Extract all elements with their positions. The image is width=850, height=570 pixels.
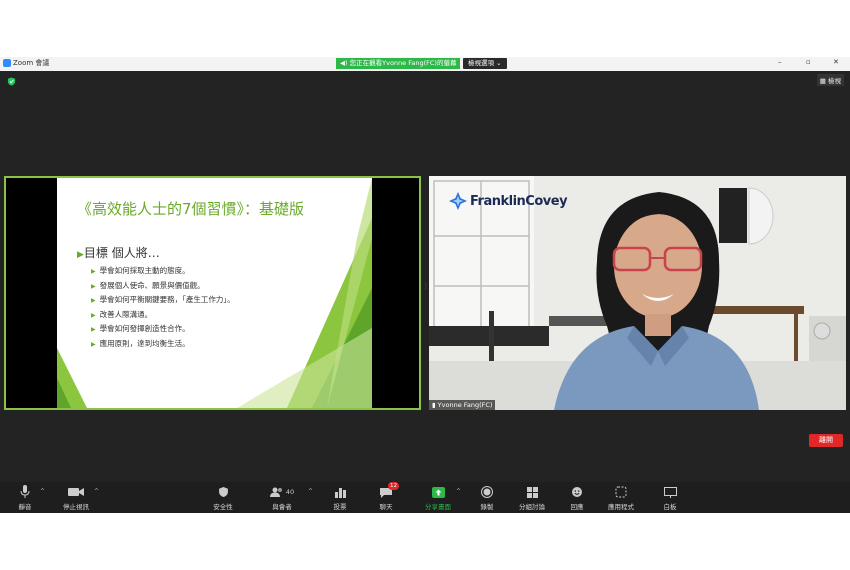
slide-heading-text: 目標 個人將…	[83, 246, 160, 260]
bar-chart-icon	[334, 484, 346, 500]
franklincovey-logo: FranklinCovey	[449, 192, 568, 210]
share-banner-text: 您正在觀看Yvonne Fang(FC)的螢幕	[349, 59, 457, 67]
bullet-icon: ▶	[91, 326, 96, 334]
restore-button[interactable]: ▫	[806, 58, 811, 66]
share-banner: ◀) 您正在觀看Yvonne Fang(FC)的螢幕	[336, 58, 461, 69]
record-label: 錄製	[480, 503, 494, 511]
bullet-text: 學會如何平衡關鍵要務，「產生工作力」。	[99, 295, 235, 305]
zoom-meeting-window: Zoom 會議 ◀) 您正在觀看Yvonne Fang(FC)的螢幕 檢視選項 …	[0, 57, 850, 513]
security-button[interactable]: 安全性	[203, 484, 243, 511]
participant-name: Yvonne Fang(FC)	[437, 401, 493, 409]
apps-icon	[615, 484, 627, 500]
view-button-label: 檢視	[828, 77, 841, 85]
microphone-icon	[20, 484, 30, 500]
chat-label: 聊天	[379, 503, 393, 511]
chat-unread-badge: 12	[388, 482, 399, 490]
reactions-button[interactable]: 回應	[557, 484, 597, 511]
bullet-icon: ▶	[91, 311, 96, 319]
video-background	[429, 176, 846, 410]
share-screen-icon	[431, 484, 445, 500]
participant-name-tag: ▮ Yvonne Fang(FC)	[429, 400, 496, 410]
breakout-rooms-icon	[526, 484, 538, 500]
shared-screen: 《高效能人士的7個習慣》：基礎版 ▶目標 個人將… ▶ 學會如何採取主動的態度。 …	[4, 176, 421, 410]
bullet-text: 發展個人使命、願景與價值觀。	[99, 280, 205, 290]
bullet-text: 學會如何發揮創造性合作。	[99, 324, 190, 334]
video-camera-icon	[68, 484, 84, 500]
chat-button[interactable]: 12 聊天	[366, 482, 406, 511]
bullet-icon: ▶	[91, 297, 96, 305]
chevron-down-icon: ⌄	[496, 59, 502, 67]
app-title-text: Zoom 會議	[13, 59, 50, 67]
smiley-icon	[571, 484, 583, 500]
mute-options-caret-icon[interactable]: ^	[40, 488, 45, 495]
list-item: ▶ 學會如何發揮創造性合作。	[91, 322, 235, 337]
participants-icon: 40	[269, 484, 295, 500]
whiteboard-label: 白板	[663, 503, 677, 511]
list-item: ▶ 學會如何採取主動的態度。	[91, 264, 235, 279]
grid-icon: ▦	[819, 77, 826, 85]
slide-bullet-list: ▶ 學會如何採取主動的態度。 ▶ 發展個人使命、願景與價值觀。 ▶ 學會如何平衡關鍵要…	[91, 264, 235, 352]
view-button[interactable]: ▦ 檢視	[816, 74, 844, 86]
bullet-icon: ▶	[91, 340, 96, 348]
record-icon	[481, 484, 493, 500]
app-title: Zoom 會議	[3, 58, 49, 68]
franklincovey-logo-text: FranklinCovey	[470, 193, 568, 209]
bullet-text: 改善人際溝通。	[99, 309, 153, 319]
close-button[interactable]: ✕	[833, 58, 839, 66]
speaker-video[interactable]: FranklinCovey ▮ Yvonne Fang(FC)	[429, 176, 846, 410]
shield-icon[interactable]	[7, 77, 16, 86]
mute-button[interactable]: 靜音	[5, 484, 45, 511]
bullet-icon: ▶	[91, 268, 96, 275]
view-options-label: 檢視選項	[468, 59, 494, 67]
list-item: ▶ 學會如何平衡關鍵要務，「產生工作力」。	[91, 293, 235, 308]
signal-icon: ▮	[432, 401, 436, 409]
franklincovey-star-icon	[449, 192, 467, 210]
slide-heading: ▶目標 個人將…	[77, 244, 160, 261]
minimize-button[interactable]: –	[778, 58, 782, 66]
presentation-slide: 《高效能人士的7個習慣》：基礎版 ▶目標 個人將… ▶ 學會如何採取主動的態度。 …	[57, 178, 372, 408]
apps-button[interactable]: 應用程式	[601, 484, 641, 511]
participants-caret-icon[interactable]: ^	[308, 488, 313, 495]
bullet-text: 應用原則，達到均衡生活。	[99, 338, 190, 348]
speaker-icon: ◀)	[340, 59, 348, 67]
stop-video-label: 停止視訊	[63, 503, 89, 511]
share-options-caret-icon[interactable]: ^	[456, 488, 461, 495]
polls-label: 投票	[333, 503, 347, 511]
share-screen-label: 分享畫面	[425, 503, 451, 511]
stop-video-button[interactable]: 停止視訊	[56, 484, 96, 511]
whiteboard-icon	[663, 484, 677, 500]
shield-icon	[218, 484, 229, 500]
participants-label: 與會者	[272, 503, 292, 511]
participants-count: 40	[285, 488, 295, 496]
participants-button[interactable]: 40 與會者	[262, 484, 302, 511]
breakout-rooms-button[interactable]: 分組討論	[512, 484, 552, 511]
zoom-logo-icon	[3, 59, 11, 67]
bullet-triangle-icon: ▶	[77, 250, 84, 260]
list-item: ▶ 發展個人使命、願景與價值觀。	[91, 279, 235, 294]
slide-title: 《高效能人士的7個習慣》：基礎版	[77, 200, 305, 218]
share-screen-button[interactable]: 分享畫面	[418, 484, 458, 511]
title-bar: Zoom 會議 ◀) 您正在觀看Yvonne Fang(FC)的螢幕 檢視選項 …	[0, 57, 850, 71]
whiteboard-button[interactable]: 白板	[650, 484, 690, 511]
list-item: ▶ 應用原則，達到均衡生活。	[91, 337, 235, 352]
reactions-label: 回應	[570, 503, 584, 511]
video-options-caret-icon[interactable]: ^	[94, 488, 99, 495]
view-options-button[interactable]: 檢視選項 ⌄	[463, 58, 507, 69]
leave-button[interactable]: 離開	[809, 434, 843, 447]
record-button[interactable]: 錄製	[467, 484, 507, 511]
polls-button[interactable]: 投票	[320, 484, 360, 511]
bullet-text: 學會如何採取主動的態度。	[99, 266, 190, 275]
bullet-icon: ▶	[91, 282, 96, 290]
splitter-handle[interactable]: ⋮	[423, 283, 429, 295]
chat-bubble-icon: 12	[380, 482, 399, 500]
apps-label: 應用程式	[608, 503, 634, 511]
mute-label: 靜音	[18, 503, 32, 511]
list-item: ▶ 改善人際溝通。	[91, 308, 235, 323]
breakout-label: 分組討論	[519, 503, 545, 511]
security-label: 安全性	[213, 503, 233, 511]
meeting-toolbar: 靜音 ^ 停止視訊 ^ 安全性 40 與會者 ^ 投票 12 聊天 分享畫面 ^…	[0, 482, 850, 513]
